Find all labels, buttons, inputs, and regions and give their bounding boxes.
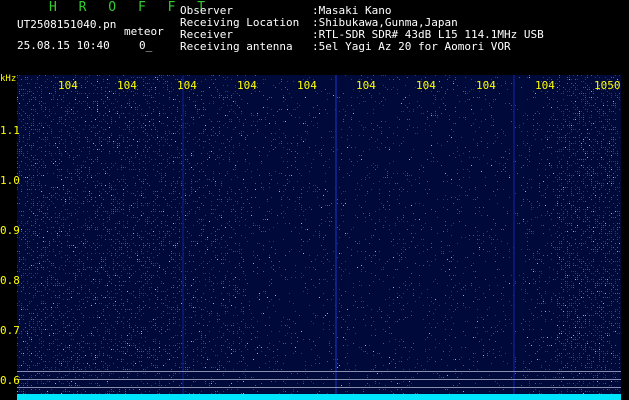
signal-baseline: [17, 394, 621, 400]
spectrogram-streak: [513, 75, 515, 400]
y-tick-label: 1.1: [0, 124, 20, 137]
reference-line: [17, 387, 621, 388]
spectrogram-streak: [335, 75, 337, 400]
x-tick-label: 104: [58, 79, 78, 92]
x-tick-label: 104: [356, 79, 376, 92]
y-tick-label: 0.8: [0, 274, 20, 287]
x-tick-label: 104: [476, 79, 496, 92]
spectrogram-canvas: [17, 75, 621, 400]
y-axis-unit: kHz: [0, 74, 17, 84]
counter-label: 0_: [139, 39, 153, 52]
hrofft-window: H R O F F T UT2508151040.pn meteor 25.08…: [0, 0, 629, 400]
spectrogram-plot: [17, 75, 621, 400]
reference-line: [17, 371, 621, 372]
reference-line: [17, 379, 621, 380]
x-tick-label: 104: [416, 79, 436, 92]
filename-label: UT2508151040.pn: [17, 18, 117, 31]
x-tick-label: 104: [535, 79, 555, 92]
y-tick-label: 1.0: [0, 174, 20, 187]
x-tick-label: 104: [297, 79, 317, 92]
spectrogram-streak: [182, 75, 184, 400]
x-tick-label: 104: [117, 79, 137, 92]
x-tick-label: 1050: [594, 79, 621, 92]
y-tick-label: 0.6: [0, 374, 20, 387]
detection-label: meteor: [124, 25, 164, 38]
x-tick-label: 104: [237, 79, 257, 92]
antenna-label: Receiving antenna: [180, 40, 293, 53]
antenna-value: :5el Yagi Az 20 for Aomori VOR: [312, 40, 511, 53]
y-tick-label: 0.7: [0, 324, 20, 337]
datetime-label: 25.08.15 10:40: [17, 39, 110, 52]
x-tick-label: 104: [177, 79, 197, 92]
y-tick-label: 0.9: [0, 224, 20, 237]
